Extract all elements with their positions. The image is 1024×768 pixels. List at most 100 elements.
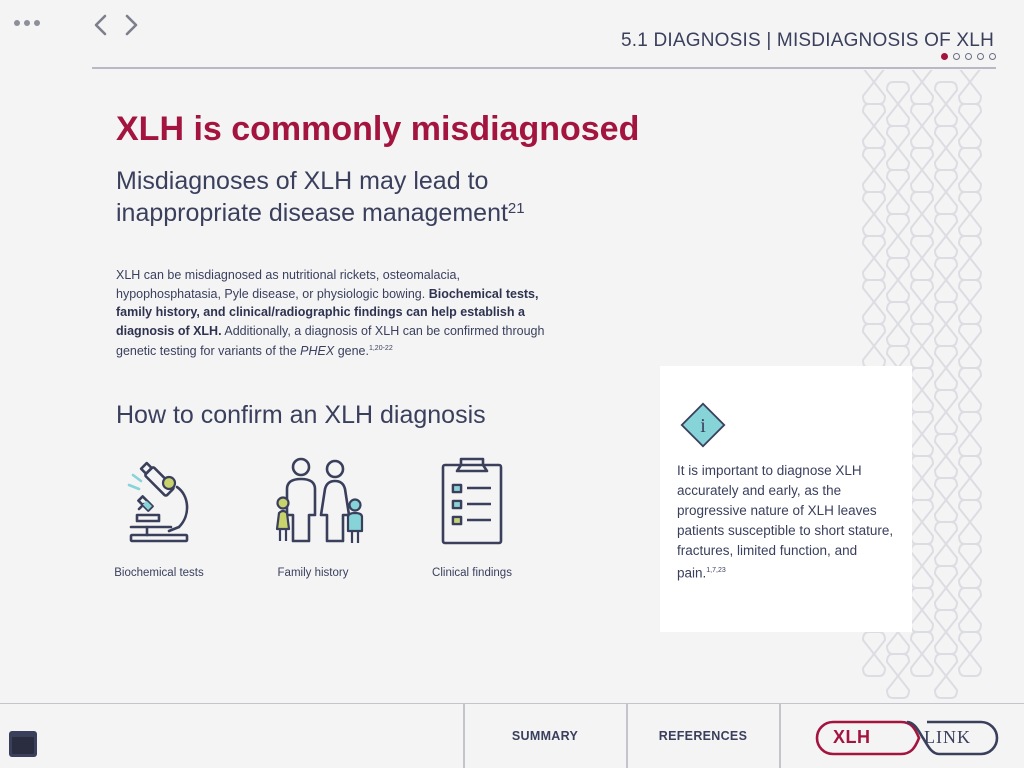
- section-title: 5.1 DIAGNOSIS | MISDIAGNOSIS OF XLH: [620, 30, 994, 51]
- chain-link-shape: [957, 279, 983, 325]
- chain-link-shape: [909, 411, 935, 457]
- chain-link-shape: [885, 301, 911, 347]
- chain-link-shape: [933, 213, 959, 259]
- chain-link-shape: [957, 103, 983, 149]
- chain-link-shape: [861, 323, 887, 369]
- chain-link-shape: [909, 70, 935, 105]
- biochemical-tests-tile[interactable]: Biochemical tests: [94, 455, 224, 579]
- xlh-link-logo[interactable]: XLH LINK: [815, 718, 1000, 758]
- chain-link-shape: [933, 301, 959, 347]
- callout-body: It is important to diagnose XLH accurate…: [677, 463, 894, 581]
- body-intro: XLH can be misdiagnosed as nutritional r…: [116, 268, 460, 301]
- chain-link-shape: [933, 169, 959, 215]
- chain-link-shape: [957, 631, 983, 677]
- callout-text: It is important to diagnose XLH accurate…: [677, 461, 895, 584]
- chain-link-shape: [909, 543, 935, 589]
- chain-link-shape: [909, 323, 935, 369]
- chain-link-shape: [861, 103, 887, 149]
- page-subheading: Misdiagnoses of XLH may lead to inapprop…: [116, 165, 636, 229]
- tile-label: Family history: [277, 567, 349, 579]
- chain-link-shape: [933, 565, 959, 611]
- chain-link-shape: [861, 279, 887, 325]
- chain-link-shape: [909, 499, 935, 545]
- summary-button[interactable]: SUMMARY: [464, 704, 626, 768]
- page-dot[interactable]: [989, 53, 996, 60]
- chain-link-shape: [933, 477, 959, 523]
- chain-link-shape: [861, 147, 887, 193]
- confirm-diagnosis-heading: How to confirm an XLH diagnosis: [116, 401, 486, 429]
- callout-references[interactable]: 1,7,23: [706, 567, 725, 574]
- chain-link-shape: [909, 455, 935, 501]
- chain-link-shape: [909, 631, 935, 677]
- chain-link-shape: [957, 455, 983, 501]
- chain-link-shape: [933, 521, 959, 567]
- top-bar: 5.1 DIAGNOSIS | MISDIAGNOSIS OF XLH: [0, 0, 1024, 70]
- chain-link-shape: [957, 323, 983, 369]
- chain-link-shape: [909, 103, 935, 149]
- chain-link-shape: [885, 169, 911, 215]
- gene-name: PHEX: [300, 344, 335, 359]
- chain-link-shape: [957, 411, 983, 457]
- info-callout: i It is important to diagnose XLH accura…: [660, 366, 912, 632]
- page-dot[interactable]: [977, 53, 984, 60]
- chain-link-shape: [957, 191, 983, 237]
- chain-link-shape: [957, 147, 983, 193]
- subheading-reference[interactable]: 21: [508, 200, 525, 217]
- chain-link-shape: [885, 81, 911, 127]
- chain-link-shape: [885, 213, 911, 259]
- body-references[interactable]: 1,20-22: [369, 345, 393, 352]
- tile-label: Clinical findings: [432, 567, 512, 579]
- chain-link-shape: [933, 125, 959, 171]
- logo-xlh-text: XLH: [833, 727, 871, 747]
- window-home-icon[interactable]: [8, 730, 38, 758]
- chain-link-shape: [909, 191, 935, 237]
- clipboard-checklist-icon: [441, 457, 503, 545]
- bottom-bar: SUMMARY REFERENCES XLH LINK: [0, 703, 1024, 768]
- microscope-icon: [127, 461, 189, 543]
- page-dot[interactable]: [941, 53, 948, 60]
- chain-link-shape: [909, 147, 935, 193]
- page-dot[interactable]: [953, 53, 960, 60]
- references-button[interactable]: REFERENCES: [627, 704, 779, 768]
- chain-link-shape: [861, 235, 887, 281]
- page-indicator[interactable]: [941, 53, 996, 60]
- chain-link-shape: [957, 367, 983, 413]
- clinical-findings-tile[interactable]: Clinical findings: [407, 455, 537, 579]
- chain-link-shape: [885, 653, 911, 699]
- chain-link-shape: [861, 631, 887, 677]
- chain-link-shape: [909, 279, 935, 325]
- chain-link-shape: [933, 653, 959, 699]
- chain-link-shape: [909, 367, 935, 413]
- family-icon: [275, 457, 364, 543]
- chain-link-shape: [933, 81, 959, 127]
- more-menu-icon[interactable]: [14, 20, 40, 26]
- chain-link-shape: [957, 70, 983, 105]
- chain-link-shape: [909, 587, 935, 633]
- chain-link-shape: [933, 345, 959, 391]
- chain-link-shape: [933, 389, 959, 435]
- family-history-tile[interactable]: Family history: [248, 455, 378, 579]
- chain-link-shape: [885, 257, 911, 303]
- body-end: gene.: [337, 344, 369, 359]
- chain-link-shape: [957, 587, 983, 633]
- forward-arrow-icon[interactable]: [120, 12, 142, 38]
- chain-link-shape: [933, 257, 959, 303]
- chain-link-shape: [957, 499, 983, 545]
- body-paragraph: XLH can be misdiagnosed as nutritional r…: [116, 266, 556, 361]
- chain-link-shape: [909, 235, 935, 281]
- logo-link-text: LINK: [924, 727, 971, 747]
- subheading-text: Misdiagnoses of XLH may lead to inapprop…: [116, 167, 508, 227]
- tile-label: Biochemical tests: [114, 567, 204, 579]
- back-arrow-icon[interactable]: [90, 12, 112, 38]
- page-dot[interactable]: [965, 53, 972, 60]
- svg-text:i: i: [700, 415, 706, 437]
- chain-link-shape: [933, 433, 959, 479]
- chain-link-shape: [957, 543, 983, 589]
- footer-divider: [779, 704, 781, 768]
- page-headline: XLH is commonly misdiagnosed: [116, 110, 640, 148]
- header-divider: [92, 67, 996, 69]
- chain-link-shape: [861, 70, 887, 105]
- chain-link-shape: [885, 125, 911, 171]
- info-icon: i: [680, 402, 726, 448]
- chain-link-shape: [861, 191, 887, 237]
